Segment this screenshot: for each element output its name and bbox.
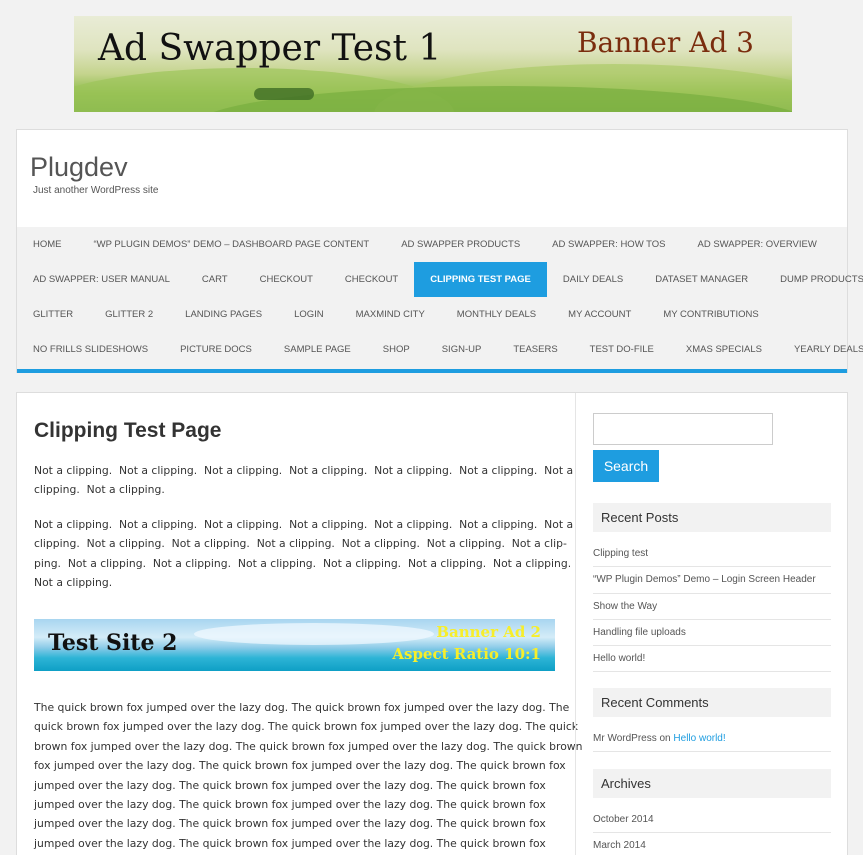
nav-item-picture-docs[interactable]: PICTURE DOCS	[164, 332, 268, 367]
recent-comments-title: Recent Comments	[593, 688, 831, 717]
nav-item-glitter-2[interactable]: GLITTER 2	[89, 297, 169, 332]
site-description: Just another WordPress site	[33, 185, 159, 196]
banner-trees	[254, 88, 314, 100]
list-item-link[interactable]: October 2014	[593, 814, 654, 825]
search-input[interactable]	[593, 413, 773, 445]
nav-item-yearly-deals[interactable]: YEARLY DEALS	[778, 332, 863, 367]
paragraph-3: The quick brown fox jumped over the lazy…	[34, 698, 583, 853]
content-area: Clipping Test Page Not a clipping. Not a…	[16, 392, 848, 855]
nav-item-checkout[interactable]: CHECKOUT	[244, 262, 329, 297]
nav-item-maxmind-city[interactable]: MAXMIND CITY	[340, 297, 441, 332]
comment-post-link[interactable]: Hello world!	[673, 733, 725, 744]
list-item: “WP Plugin Demos” Demo – Login Screen He…	[593, 567, 831, 594]
search-button[interactable]: Search	[593, 450, 659, 482]
text-line: Not a clipping. Not a clipping. Not a cl…	[34, 464, 574, 477]
text-line: jumped over the lazy dog. The quick brow…	[34, 798, 546, 812]
nav-item-dataset-manager[interactable]: DATASET MANAGER	[639, 262, 764, 297]
text-line: clipping. Not a clipping.	[34, 483, 165, 497]
nav-item-sign-up[interactable]: SIGN-UP	[426, 332, 498, 367]
nav-row: GLITTER GLITTER 2 LANDING PAGES LOGIN MAXMIN…	[17, 297, 775, 332]
text-line: quick brown fox jumped over the lazy dog…	[34, 720, 579, 734]
nav-item-my-account[interactable]: MY ACCOUNT	[552, 297, 647, 332]
nav-item-monthly-deals[interactable]: MONTHLY DEALS	[441, 297, 552, 332]
banner-clouds	[194, 623, 434, 645]
nav-item-ad-swapper-overview[interactable]: AD SWAPPER: OVERVIEW	[682, 227, 833, 262]
text-line: brown fox jumped over the lazy dog. The …	[34, 739, 583, 753]
nav-item-no-frills-slideshows[interactable]: NO FRILLS SLIDESHOWS	[17, 332, 164, 367]
paragraph-1: Not a clipping. Not a clipping. Not a cl…	[34, 461, 574, 500]
text-line: Not a clipping. Not a clipping. Not a cl…	[34, 518, 574, 531]
list-item: Show the Way	[593, 594, 831, 620]
nav-row: NO FRILLS SLIDESHOWS PICTURE DOCS SAMPLE P…	[17, 332, 863, 367]
sidebar-divider	[575, 393, 576, 855]
list-item: Handling file uploads	[593, 620, 831, 647]
list-item-link[interactable]: Clipping test	[593, 548, 648, 559]
list-item-link[interactable]: Show the Way	[593, 601, 657, 612]
banner-tag: Banner Ad 3	[576, 26, 754, 59]
mid-banner-ad[interactable]: Test Site 2 Banner Ad 2 Aspect Ratio 10:…	[34, 619, 555, 671]
list-item: Hello world!	[593, 646, 831, 673]
comment-author-link[interactable]: Mr WordPress	[593, 733, 657, 744]
nav-item-ad-swapper-how-tos[interactable]: AD SWAPPER: HOW TOS	[536, 227, 681, 262]
banner-aspect-ratio: Aspect Ratio 10:1	[392, 645, 541, 663]
text-line: fox jumped over the lazy dog. The quick …	[34, 759, 566, 773]
top-banner-ad[interactable]: Ad Swapper Test 1 Banner Ad 3	[74, 16, 792, 112]
comment-on-text: on	[659, 733, 671, 744]
list-item: October 2014	[593, 807, 831, 834]
text-line: jumped over the lazy dog. The quick brow…	[34, 778, 546, 792]
nav-item-test-do-file[interactable]: TEST DO-FILE	[574, 332, 670, 367]
nav-item-ad-swapper-products[interactable]: AD SWAPPER PRODUCTS	[385, 227, 536, 262]
site-title[interactable]: Plugdev	[30, 152, 128, 183]
nav-row: AD SWAPPER: USER MANUAL CART CHECKOUT CHECK…	[17, 262, 863, 297]
site-header: Plugdev Just another WordPress site HOME…	[16, 129, 863, 373]
nav-item-xmas-specials[interactable]: XMAS SPECIALS	[670, 332, 778, 367]
nav-item-dump-products[interactable]: DUMP PRODUCTS	[764, 262, 863, 297]
nav-item-clipping-test-page[interactable]: CLIPPING TEST PAGE	[414, 262, 547, 297]
nav-item-home[interactable]: HOME	[17, 227, 78, 262]
nav-item-wp-plugin-demos-demo-dashboard-page-content[interactable]: “WP PLUGIN DEMOS” DEMO – DASHBOARD PAGE …	[78, 227, 386, 262]
nav-item-landing-pages[interactable]: LANDING PAGES	[169, 297, 278, 332]
nav-row: HOME “WP PLUGIN DEMOS” DEMO – DASHBOARD P…	[17, 227, 833, 262]
text-line: clipping. Not a clipping. Not a clipping…	[34, 537, 567, 551]
nav-item-cart[interactable]: CART	[186, 262, 244, 297]
paragraph-2: Not a clipping. Not a clipping. Not a cl…	[34, 515, 574, 593]
nav-item-checkout[interactable]: CHECKOUT	[329, 262, 414, 297]
list-item-link[interactable]: Hello world!	[593, 653, 645, 664]
text-line: ping. Not a clipping. Not a clipping. No…	[34, 556, 572, 570]
archives-list: October 2014 March 2014	[593, 807, 831, 855]
nav-item-daily-deals[interactable]: DAILY DEALS	[547, 262, 639, 297]
nav-item-ad-swapper-user-manual[interactable]: AD SWAPPER: USER MANUAL	[17, 262, 186, 297]
nav-item-login[interactable]: LOGIN	[278, 297, 340, 332]
nav-item-my-contributions[interactable]: MY CONTRIBUTIONS	[647, 297, 774, 332]
list-item-link[interactable]: “WP Plugin Demos” Demo – Login Screen He…	[593, 574, 816, 585]
nav-item-teasers[interactable]: TEASERS	[497, 332, 573, 367]
archives-title: Archives	[593, 769, 831, 798]
text-line: Not a clipping.	[34, 576, 113, 590]
recent-posts-list: Clipping test “WP Plugin Demos” Demo – Lo…	[593, 541, 831, 673]
banner-title: Test Site 2	[48, 630, 178, 656]
banner-title: Ad Swapper Test 1	[98, 28, 442, 69]
text-line: The quick brown fox jumped over the lazy…	[34, 701, 570, 714]
text-line: jumped over the lazy dog. The quick brow…	[34, 836, 546, 850]
recent-posts-title: Recent Posts	[593, 503, 831, 532]
list-item: March 2014	[593, 833, 831, 855]
page-title: Clipping Test Page	[34, 419, 222, 442]
nav-item-sample-page[interactable]: SAMPLE PAGE	[268, 332, 367, 367]
list-item: Clipping test	[593, 541, 831, 568]
list-item-link[interactable]: March 2014	[593, 840, 646, 851]
main-navigation: HOME “WP PLUGIN DEMOS” DEMO – DASHBOARD P…	[17, 227, 863, 373]
comment-item: Mr WordPress on Hello world!	[593, 726, 831, 753]
nav-item-glitter[interactable]: GLITTER	[17, 297, 89, 332]
recent-comments-list: Mr WordPress on Hello world!	[593, 726, 831, 753]
banner-tag: Banner Ad 2	[436, 623, 541, 641]
nav-item-shop[interactable]: SHOP	[367, 332, 426, 367]
text-line: jumped over the lazy dog. The quick brow…	[34, 817, 546, 831]
list-item-link[interactable]: Handling file uploads	[593, 627, 686, 638]
